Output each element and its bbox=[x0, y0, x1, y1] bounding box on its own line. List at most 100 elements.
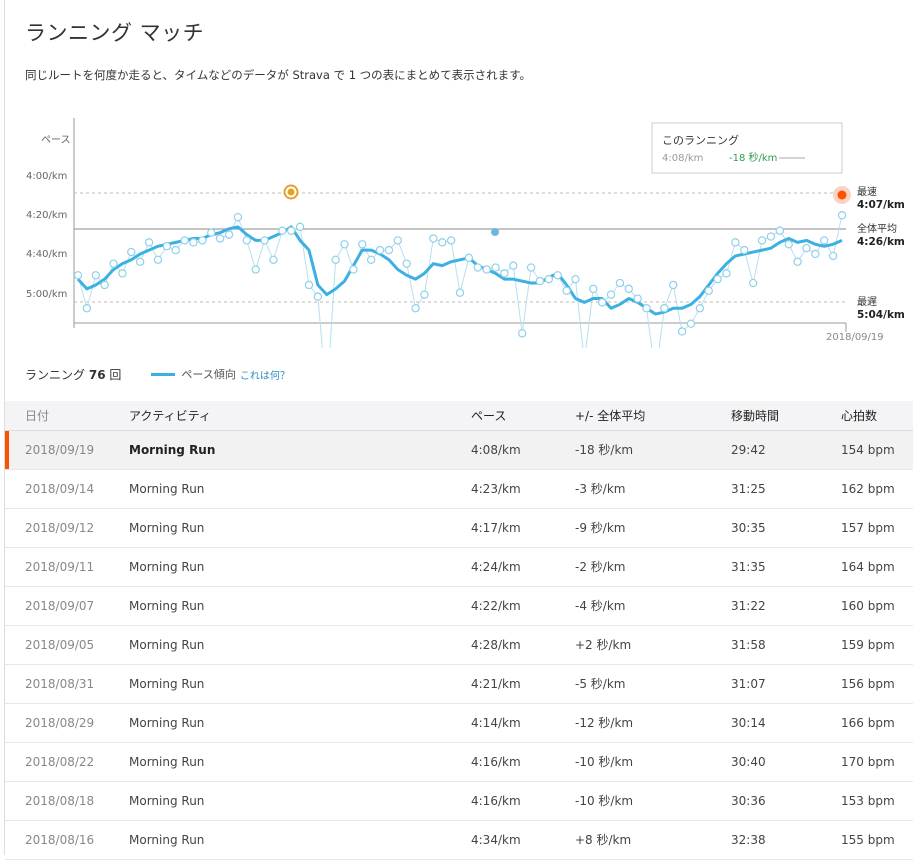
data-point[interactable] bbox=[118, 269, 127, 278]
data-point[interactable] bbox=[73, 271, 83, 280]
data-point[interactable] bbox=[375, 245, 385, 255]
data-point[interactable] bbox=[677, 327, 687, 336]
data-point[interactable] bbox=[429, 234, 438, 243]
table-row[interactable]: 2018/08/22 Morning Run 4:16/km -10 秒/km 30:4… bbox=[5, 742, 913, 782]
table-row[interactable]: 2018/08/29 Morning Run 4:14/km -12 秒/km 30:1… bbox=[5, 703, 913, 743]
data-point[interactable] bbox=[260, 236, 269, 245]
data-point[interactable] bbox=[553, 271, 562, 280]
data-point[interactable] bbox=[420, 290, 429, 299]
data-point[interactable] bbox=[162, 242, 172, 251]
data-point[interactable] bbox=[402, 259, 411, 268]
data-point[interactable] bbox=[642, 304, 651, 313]
data-point[interactable] bbox=[633, 294, 642, 303]
data-point[interactable] bbox=[304, 280, 314, 290]
data-point[interactable] bbox=[313, 292, 323, 301]
data-point[interactable] bbox=[544, 274, 554, 284]
cell-activity[interactable]: Morning Run bbox=[129, 430, 471, 470]
cell-activity[interactable]: Morning Run bbox=[129, 703, 471, 743]
data-point[interactable] bbox=[446, 236, 456, 245]
data-point[interactable] bbox=[500, 269, 509, 278]
data-point[interactable] bbox=[509, 261, 518, 270]
data-point[interactable] bbox=[91, 271, 100, 280]
col-pace[interactable]: ペース bbox=[471, 401, 575, 431]
data-point[interactable] bbox=[278, 226, 287, 235]
data-point[interactable] bbox=[438, 238, 447, 247]
cell-activity[interactable]: Morning Run bbox=[129, 625, 471, 665]
data-point[interactable] bbox=[562, 286, 571, 295]
data-point[interactable] bbox=[731, 238, 740, 247]
pace-chart[interactable]: ペース 4:00/km 4:20/km 4:40/km 5:00/km 最速4:07/km… bbox=[0, 118, 913, 348]
data-point[interactable] bbox=[287, 226, 296, 235]
data-point[interactable] bbox=[722, 269, 731, 278]
data-point[interactable] bbox=[740, 245, 749, 255]
data-point[interactable] bbox=[606, 290, 616, 299]
data-point[interactable] bbox=[224, 230, 234, 239]
cell-activity[interactable]: Morning Run bbox=[129, 508, 471, 548]
data-point[interactable] bbox=[615, 278, 625, 288]
data-point[interactable] bbox=[686, 319, 696, 328]
table-row[interactable]: 2018/09/14 Morning Run 4:23/km -3 秒/km 31:25… bbox=[5, 469, 913, 509]
data-point[interactable] bbox=[366, 255, 376, 264]
cell-activity[interactable]: Morning Run bbox=[129, 820, 471, 860]
table-row[interactable]: 2018/09/12 Morning Run 4:17/km -9 秒/km 30:35… bbox=[5, 508, 913, 548]
data-point[interactable] bbox=[837, 211, 847, 220]
data-point[interactable] bbox=[669, 280, 678, 290]
data-point[interactable] bbox=[660, 304, 669, 313]
data-point[interactable] bbox=[624, 284, 633, 294]
table-row[interactable]: 2018/08/16 Morning Run 4:34/km +8 秒/km 32:38… bbox=[5, 820, 913, 860]
data-point[interactable] bbox=[695, 304, 705, 313]
data-point[interactable] bbox=[109, 259, 118, 268]
data-point[interactable] bbox=[482, 265, 491, 274]
data-point[interactable] bbox=[135, 257, 145, 266]
data-point[interactable] bbox=[340, 240, 349, 249]
cell-activity[interactable]: Morning Run bbox=[129, 742, 471, 782]
data-point[interactable] bbox=[384, 245, 394, 255]
data-point[interactable] bbox=[526, 263, 536, 272]
data-point[interactable] bbox=[766, 232, 776, 241]
data-point[interactable] bbox=[198, 236, 207, 245]
data-point[interactable] bbox=[358, 240, 367, 249]
data-point[interactable] bbox=[748, 278, 758, 288]
cell-activity[interactable]: Morning Run bbox=[129, 781, 471, 821]
data-point[interactable] bbox=[144, 238, 154, 247]
table-row[interactable]: 2018/09/19 Morning Run 4:08/km -18 秒/km 29:4… bbox=[5, 430, 913, 470]
data-point[interactable] bbox=[455, 288, 465, 297]
table-row[interactable]: 2018/08/18 Morning Run 4:16/km -10 秒/km 30:3… bbox=[5, 781, 913, 821]
data-point[interactable] bbox=[704, 286, 713, 295]
data-point[interactable] bbox=[215, 234, 225, 243]
cell-activity[interactable]: Morning Run bbox=[129, 547, 471, 587]
data-point[interactable] bbox=[828, 251, 838, 261]
data-point[interactable] bbox=[189, 238, 198, 247]
data-point[interactable] bbox=[393, 236, 403, 245]
data-point[interactable] bbox=[233, 212, 243, 222]
data-point[interactable] bbox=[411, 304, 420, 313]
data-point[interactable] bbox=[757, 236, 767, 245]
col-moving-time[interactable]: 移動時間 bbox=[731, 401, 841, 431]
data-point[interactable] bbox=[473, 263, 482, 272]
data-point[interactable] bbox=[242, 236, 251, 245]
table-row[interactable]: 2018/08/31 Morning Run 4:21/km -5 秒/km 31:07… bbox=[5, 664, 913, 704]
data-point[interactable] bbox=[349, 265, 358, 274]
data-point[interactable] bbox=[269, 255, 278, 264]
data-point[interactable] bbox=[491, 263, 500, 272]
data-point[interactable] bbox=[713, 274, 722, 284]
data-point[interactable] bbox=[517, 329, 527, 338]
data-point[interactable] bbox=[820, 236, 829, 245]
data-point[interactable] bbox=[802, 243, 811, 253]
data-point[interactable] bbox=[535, 276, 545, 286]
data-point[interactable] bbox=[331, 255, 340, 264]
data-point[interactable] bbox=[784, 240, 793, 249]
data-point[interactable] bbox=[127, 247, 136, 257]
data-point[interactable] bbox=[295, 222, 305, 232]
col-diff[interactable]: +/- 全体平均 bbox=[575, 401, 731, 431]
data-point[interactable] bbox=[775, 226, 785, 235]
data-point[interactable] bbox=[153, 255, 163, 264]
data-point[interactable] bbox=[589, 284, 598, 294]
data-point[interactable] bbox=[82, 304, 92, 313]
data-point[interactable] bbox=[171, 245, 180, 255]
data-point[interactable] bbox=[811, 249, 820, 259]
table-row[interactable]: 2018/09/07 Morning Run 4:22/km -4 秒/km 31:22… bbox=[5, 586, 913, 626]
data-point[interactable] bbox=[251, 265, 260, 274]
col-date[interactable]: 日付 bbox=[5, 401, 129, 431]
col-heart-rate[interactable]: 心拍数 bbox=[841, 401, 913, 431]
